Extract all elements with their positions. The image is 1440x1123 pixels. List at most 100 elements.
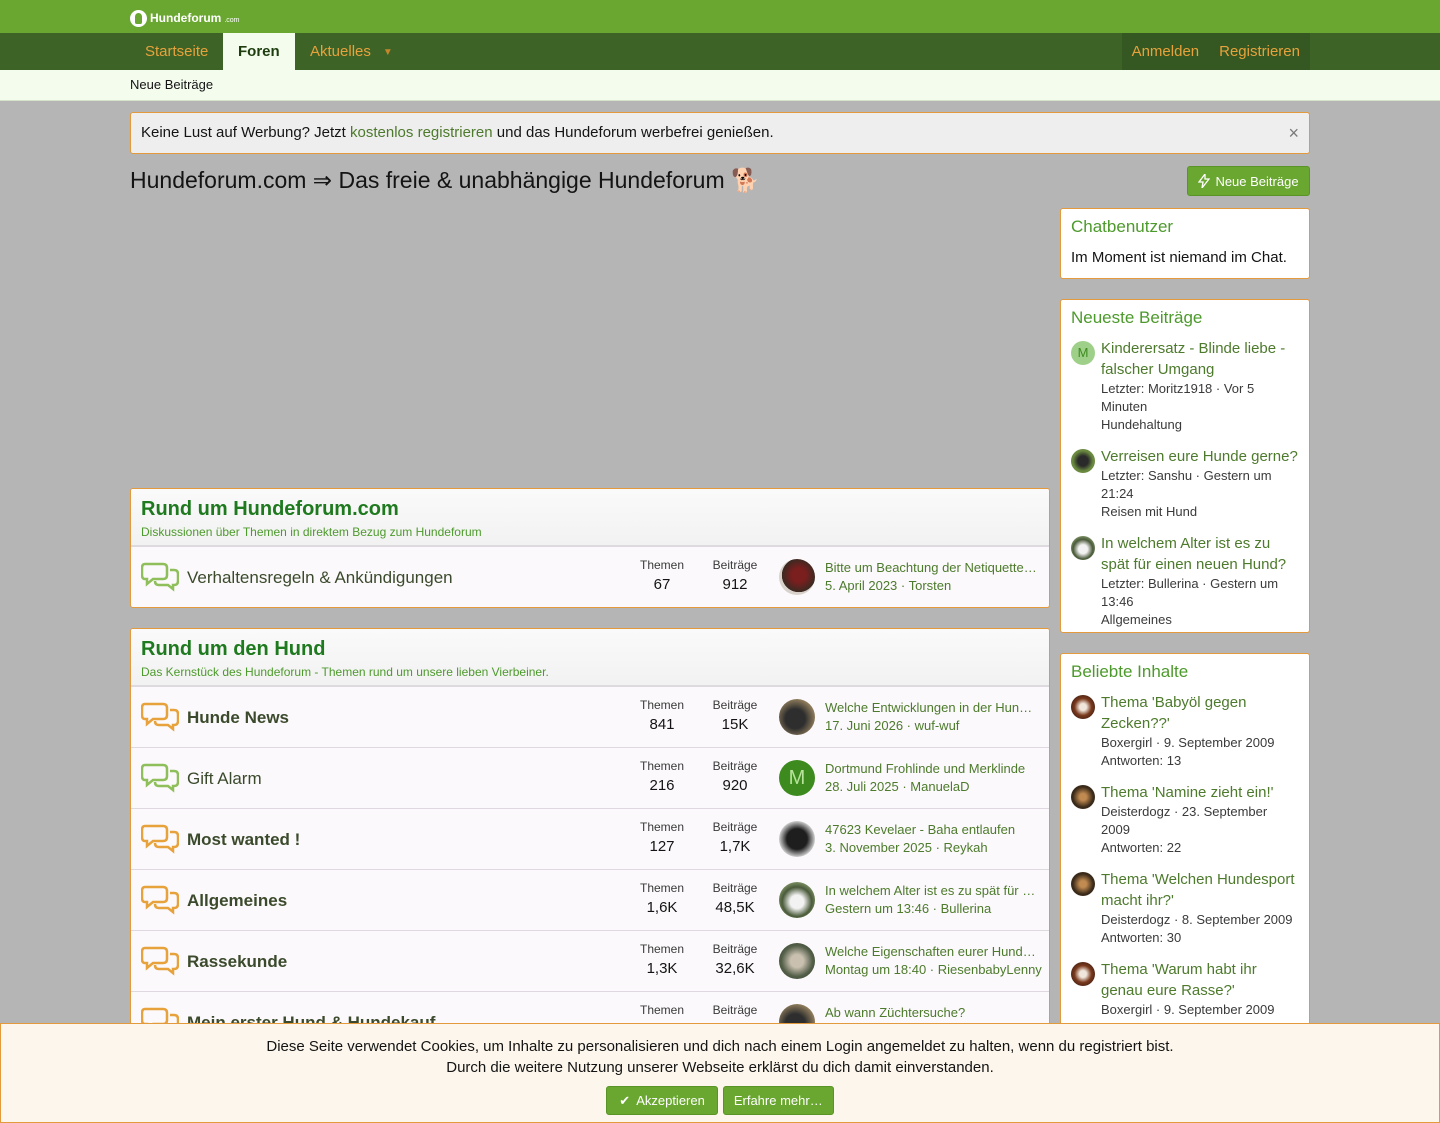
notice-text-after: und das Hundeforum werbefrei genießen. — [492, 124, 774, 141]
chevron-down-icon[interactable]: ▼ — [383, 34, 393, 71]
learn-more-button[interactable]: Erfahre mehr… — [722, 1086, 834, 1115]
last-post-title[interactable]: Welche Eigenschaften eurer Hund… — [825, 944, 1039, 959]
post-title[interactable]: Thema 'Babyöl gegen Zecken??' — [1101, 692, 1299, 734]
login-link[interactable]: Anmelden — [1122, 33, 1210, 70]
avatar[interactable] — [779, 559, 815, 595]
post-title[interactable]: Verreisen eure Hunde gerne? — [1101, 446, 1299, 467]
widget-title[interactable]: Beliebte Inhalte — [1071, 662, 1299, 682]
main-navigation: Startseite Foren Aktuelles ▼ Anmelden Reg… — [0, 33, 1440, 70]
avatar[interactable] — [779, 699, 815, 735]
avatar[interactable] — [1071, 785, 1095, 809]
tab-aktuelles-label: Aktuelles — [310, 43, 371, 60]
avatar[interactable] — [779, 821, 815, 857]
threads-stat: Themen — [632, 1003, 692, 1021]
avatar[interactable] — [779, 943, 815, 979]
posts-label: Beiträge — [712, 820, 758, 834]
tab-startseite[interactable]: Startseite — [130, 33, 223, 70]
category-header: Rund um den Hund Das Kernstück des Hunde… — [131, 629, 1049, 686]
widget-title[interactable]: Chatbenutzer — [1071, 217, 1299, 237]
logo-text: Hundeforum — [150, 11, 222, 25]
last-post-meta[interactable]: 28. Juli 2025 · ManuelaD — [825, 779, 1045, 794]
threads-stat: Themen 216 — [632, 759, 692, 794]
threads-label: Themen — [639, 820, 685, 834]
tab-aktuelles[interactable]: Aktuelles ▼ — [295, 33, 408, 70]
forum-node: Gift Alarm Themen 216 Beiträge 920 M Dortm… — [131, 747, 1049, 808]
post-meta: Boxergirl · 9. September 2009 — [1101, 1002, 1275, 1017]
avatar[interactable] — [1071, 962, 1095, 986]
avatar[interactable] — [1071, 872, 1095, 896]
forum-node: Allgemeines Themen 1,6K Beiträge 48,5K In … — [131, 869, 1049, 930]
last-post-title[interactable]: Bitte um Beachtung der Netiquette… — [825, 560, 1039, 575]
post-meta: Deisterdogz · 23. September 2009 — [1101, 804, 1268, 837]
threads-count: 1,6K — [646, 899, 678, 916]
threads-stat: Themen 127 — [632, 820, 692, 855]
chat-status-text: Im Moment ist niemand im Chat. — [1071, 249, 1287, 266]
category-block: Rund um den Hund Das Kernstück des Hunde… — [130, 628, 1050, 1048]
post-title[interactable]: In welchem Alter ist es zu spät für eine… — [1101, 533, 1299, 575]
popular-content-widget: Beliebte Inhalte Thema 'Babyöl gegen Zec… — [1060, 653, 1310, 1053]
avatar[interactable]: M — [1071, 341, 1095, 365]
last-post-title[interactable]: In welchem Alter ist es zu spät für … — [825, 883, 1039, 898]
last-post-meta[interactable]: Montag um 18:40 · RiesenbabyLenny — [825, 962, 1045, 977]
accept-cookies-button[interactable]: ✔ Akzeptieren — [606, 1086, 718, 1115]
last-post-meta[interactable]: Gestern um 13:46 · Bullerina — [825, 901, 1045, 916]
forum-node: Most wanted ! Themen 127 Beiträge 1,7K 476… — [131, 808, 1049, 869]
last-post-meta[interactable]: 3. November 2025 · Reykah — [825, 840, 1045, 855]
forum-title[interactable]: Verhaltensregeln & Ankündigungen — [187, 568, 453, 588]
posts-count: 912 — [722, 576, 748, 593]
avatar[interactable]: M — [779, 760, 815, 796]
post-title[interactable]: Kinderersatz - Blinde liebe - falscher U… — [1101, 338, 1299, 380]
new-posts-label: Neue Beiträge — [1215, 173, 1299, 189]
top-bar: Hundeforum .com — [0, 0, 1440, 33]
subnav-new-posts[interactable]: Neue Beiträge — [130, 77, 213, 92]
list-item: M Kinderersatz - Blinde liebe - falscher… — [1071, 338, 1299, 434]
post-title[interactable]: Thema 'Namine zieht ein!' — [1101, 782, 1299, 803]
avatar[interactable] — [1071, 695, 1095, 719]
last-post-meta[interactable]: 17. Juni 2026 · wuf-wuf — [825, 718, 1045, 733]
threads-label: Themen — [639, 558, 685, 572]
forum-node: Rassekunde Themen 1,3K Beiträge 32,6K Welc… — [131, 930, 1049, 991]
register-link[interactable]: Registrieren — [1209, 33, 1310, 70]
last-post-title[interactable]: Dortmund Frohlinde und Merklinde — [825, 761, 1039, 776]
list-item: Thema 'Namine zieht ein!' Deisterdogz · … — [1071, 782, 1299, 857]
post-title[interactable]: Thema 'Welchen Hundesport macht ihr?' — [1101, 869, 1299, 911]
tab-foren[interactable]: Foren — [223, 33, 295, 70]
widget-title[interactable]: Neueste Beiträge — [1071, 308, 1299, 328]
threads-stat: Themen 1,3K — [632, 942, 692, 977]
avatar[interactable] — [1071, 536, 1095, 560]
post-forum[interactable]: Hundehaltung — [1101, 416, 1299, 434]
chat-bubbles-icon — [141, 824, 179, 854]
category-title[interactable]: Rund um Hundeforum.com — [141, 498, 1039, 521]
chat-bubbles-icon — [141, 763, 179, 793]
chat-bubbles-icon — [141, 885, 179, 915]
last-post-title[interactable]: Welche Entwicklungen in der Hun… — [825, 700, 1039, 715]
post-title[interactable]: Thema 'Warum habt ihr genau eure Rasse?' — [1101, 959, 1299, 1001]
threads-count: 127 — [649, 838, 675, 855]
last-post-meta[interactable]: 5. April 2023 · Torsten — [825, 578, 1045, 593]
post-forum[interactable]: Allgemeines — [1101, 611, 1299, 629]
posts-label: Beiträge — [712, 942, 758, 956]
threads-label: Themen — [639, 942, 685, 956]
chat-bubbles-icon — [141, 562, 179, 592]
forum-title[interactable]: Hunde News — [187, 708, 289, 728]
avatar[interactable] — [1071, 449, 1095, 473]
lightning-icon — [1198, 174, 1211, 188]
category-title[interactable]: Rund um den Hund — [141, 638, 1039, 661]
forum-title[interactable]: Allgemeines — [187, 891, 287, 911]
dog-logo-icon — [130, 9, 147, 27]
list-item: Thema 'Welchen Hundesport macht ihr?' De… — [1071, 869, 1299, 947]
close-icon[interactable]: × — [1288, 113, 1299, 153]
new-posts-button[interactable]: Neue Beiträge — [1187, 166, 1310, 196]
post-forum[interactable]: Reisen mit Hund — [1101, 503, 1299, 521]
last-post-title[interactable]: 47623 Kevelaer - Baha entlaufen — [825, 822, 1039, 837]
forum-title[interactable]: Gift Alarm — [187, 769, 262, 789]
forum-title[interactable]: Most wanted ! — [187, 830, 300, 850]
notice-text-before: Keine Lust auf Werbung? Jetzt — [141, 124, 351, 141]
chat-bubbles-icon — [141, 702, 179, 732]
avatar[interactable] — [779, 882, 815, 918]
notice-register-link[interactable]: kostenlos registrieren — [350, 124, 493, 141]
forum-title[interactable]: Rassekunde — [187, 952, 287, 972]
posts-label: Beiträge — [712, 881, 758, 895]
site-logo[interactable]: Hundeforum .com — [130, 8, 240, 28]
last-post-title[interactable]: Ab wann Züchtersuche? — [825, 1005, 1039, 1020]
